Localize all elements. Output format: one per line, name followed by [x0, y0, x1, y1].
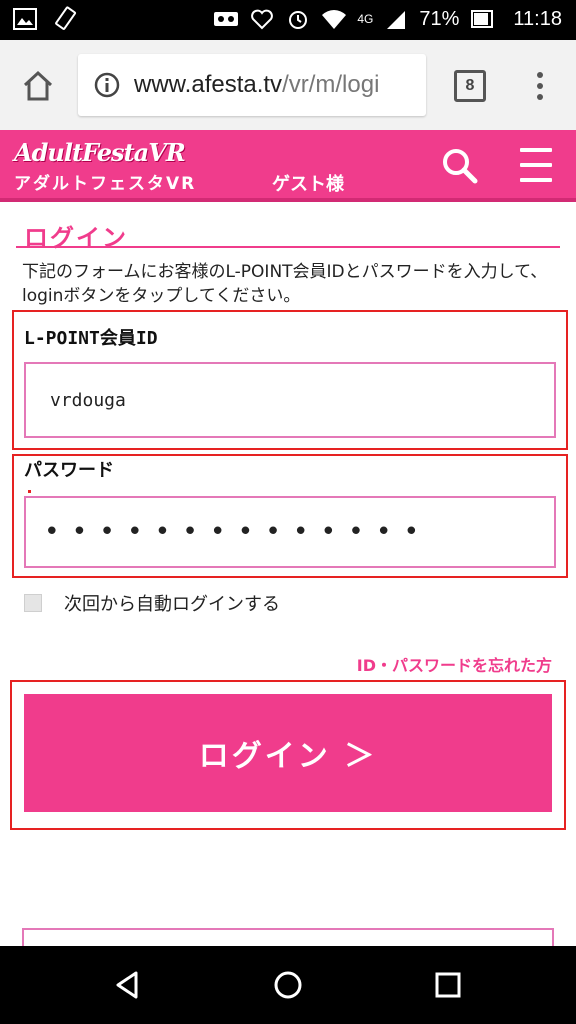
site-header: AdultFestaVR アダルトフェスタVR ゲスト様 [0, 130, 576, 202]
hamburger-line-icon [520, 178, 552, 182]
home-circle-icon [274, 971, 302, 999]
search-button[interactable] [438, 144, 482, 188]
required-marker [28, 490, 31, 493]
auto-login-row[interactable]: 次回から自動ログインする [24, 590, 280, 616]
back-triangle-icon [116, 971, 138, 999]
login-content: ログイン 下記のフォームにお客様のL-POINT会員IDとパスワードを入力して、… [0, 206, 576, 958]
menu-dot-icon [537, 94, 543, 100]
menu-dot-icon [537, 83, 543, 89]
gallery-notification-icon [12, 6, 38, 32]
alarm-icon [285, 6, 311, 32]
hamburger-line-icon [520, 163, 552, 167]
id-input[interactable]: vrdouga [24, 362, 556, 438]
url-path: /vr/m/logi [282, 71, 380, 98]
home-nav-button[interactable] [268, 965, 308, 1005]
browser-toolbar: www.afesta.tv/vr/m/logi 8 [0, 40, 576, 130]
url-host: www.afesta.tv [134, 71, 283, 98]
battery-icon [469, 6, 495, 32]
info-icon[interactable] [92, 70, 122, 100]
site-menu-button[interactable] [520, 148, 556, 182]
password-field-group: パスワード •••••••••••••• [12, 454, 568, 578]
url-bar[interactable]: www.afesta.tv/vr/m/logi [78, 54, 426, 116]
home-icon [23, 70, 53, 101]
id-field-group: L-POINT会員ID vrdouga [12, 310, 568, 450]
menu-dot-icon [537, 72, 543, 78]
network-type-label: 4G [357, 12, 374, 26]
recents-square-icon [435, 972, 461, 998]
screen-rotation-icon [52, 6, 78, 32]
tab-switcher-button[interactable]: 8 [454, 70, 486, 102]
status-bar: 4G 71% 11:18 [0, 0, 576, 40]
signal-icon [383, 6, 409, 32]
home-button[interactable] [18, 66, 58, 106]
url-text[interactable]: www.afesta.tv/vr/m/logi [134, 71, 414, 99]
vr-app-icon [213, 6, 239, 32]
logo-mark: AdultFestaVR [14, 138, 186, 167]
clock: 11:18 [513, 7, 562, 30]
site-logo[interactable]: AdultFestaVR アダルトフェスタVR [14, 138, 196, 194]
login-button-group: ログイン ＞ [10, 680, 566, 830]
id-label: L-POINT会員ID [24, 328, 158, 349]
password-input[interactable]: •••••••••••••• [24, 496, 556, 568]
hamburger-line-icon [520, 148, 552, 152]
system-nav-bar [0, 946, 576, 1024]
auto-login-checkbox[interactable] [24, 594, 42, 612]
browser-menu-button[interactable] [530, 68, 550, 104]
password-label: パスワード [24, 460, 114, 481]
heart-app-icon [249, 6, 275, 32]
title-divider [16, 246, 560, 248]
search-icon [443, 149, 478, 184]
recents-button[interactable] [428, 965, 468, 1005]
guest-label: ゲスト様 [272, 174, 344, 195]
battery-percent: 71% [419, 7, 460, 30]
forgot-credentials-link[interactable]: ID・パスワードを忘れた方 [357, 652, 552, 676]
login-instructions: 下記のフォームにお客様のL-POINT会員IDとパスワードを入力して、 logi… [22, 262, 548, 306]
logo-subtitle: アダルトフェスタVR [14, 174, 197, 194]
wifi-icon [321, 6, 347, 32]
login-button[interactable]: ログイン ＞ [24, 694, 552, 812]
back-button[interactable] [108, 965, 148, 1005]
auto-login-label[interactable]: 次回から自動ログインする [64, 590, 280, 616]
